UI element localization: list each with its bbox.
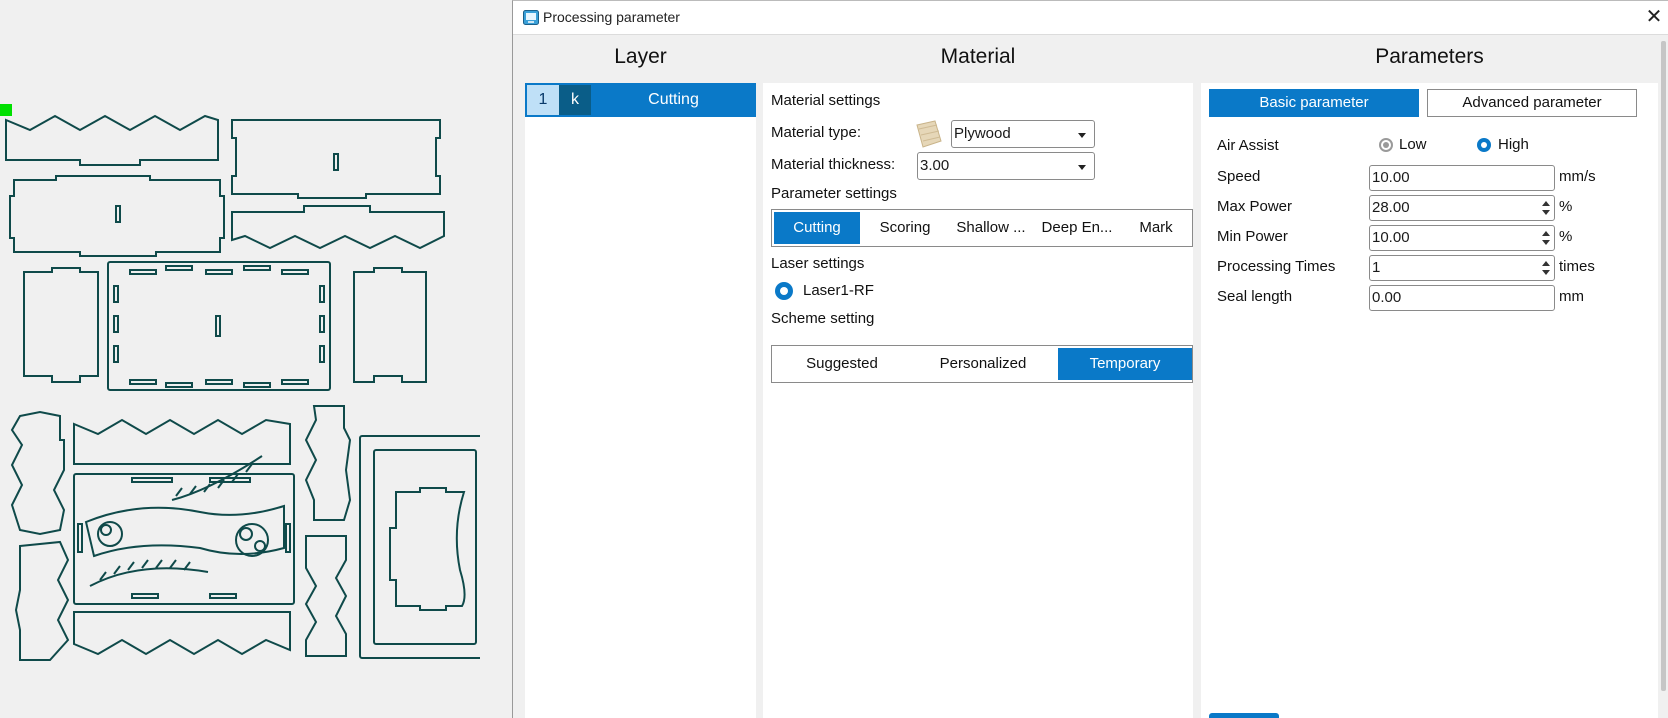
app-icon	[523, 10, 539, 25]
basic-parameter-tab[interactable]: Basic parameter	[1209, 89, 1419, 117]
seal-length-input[interactable]: 0.00	[1369, 285, 1555, 311]
laser-settings-heading: Laser settings	[771, 255, 865, 272]
parameters-column-heading: Parameters	[1375, 45, 1484, 68]
air-assist-low-label: Low	[1399, 136, 1427, 153]
window-title: Processing parameter	[543, 9, 680, 25]
processing-times-label: Processing Times	[1217, 258, 1336, 275]
parameter-settings-tabs: Cutting Scoring Shallow ... Deep En... M…	[771, 209, 1193, 247]
speed-input[interactable]: 10.00	[1369, 165, 1555, 191]
max-power-input[interactable]: 28.00	[1369, 195, 1555, 221]
advanced-parameter-tab[interactable]: Advanced parameter	[1427, 89, 1637, 117]
param-tab-cutting[interactable]: Cutting	[774, 212, 860, 244]
material-thickness-value: 3.00	[920, 157, 950, 174]
material-column-heading: Material	[940, 45, 1016, 68]
param-tab-deep[interactable]: Deep En...	[1034, 210, 1120, 246]
layer-row[interactable]: 1 k Cutting	[525, 83, 756, 117]
air-assist-high-label: High	[1498, 136, 1529, 153]
close-icon[interactable]: ✕	[1639, 1, 1668, 35]
scheme-tab-temporary[interactable]: Temporary	[1058, 348, 1192, 380]
scheme-setting-heading: Scheme setting	[771, 310, 875, 327]
seal-length-label: Seal length	[1217, 288, 1293, 305]
min-power-label: Min Power	[1217, 228, 1288, 245]
layer-name: Cutting	[648, 91, 699, 108]
bottom-action-button[interactable]	[1209, 713, 1279, 718]
air-assist-low-radio[interactable]	[1379, 138, 1393, 152]
max-power-value: 28.00	[1372, 199, 1410, 216]
air-assist-high-radio[interactable]	[1477, 138, 1491, 152]
speed-label: Speed	[1217, 168, 1261, 185]
seal-length-unit: mm	[1559, 288, 1584, 305]
chevron-down-icon	[1078, 165, 1086, 170]
layer-number: 1	[527, 85, 559, 115]
scheme-tab-personalized[interactable]: Personalized	[912, 346, 1054, 382]
origin-marker	[0, 104, 12, 116]
material-thickness-select[interactable]: 3.00	[917, 152, 1095, 180]
processing-times-input[interactable]: 1	[1369, 255, 1555, 281]
title-bar: Processing parameter ✕	[513, 1, 1668, 35]
spinner-icon[interactable]	[1542, 199, 1550, 217]
speed-unit: mm/s	[1559, 168, 1596, 185]
spinner-icon[interactable]	[1542, 229, 1550, 247]
material-panel: Material settings Material type: Plywood…	[763, 83, 1193, 718]
seal-length-value: 0.00	[1372, 289, 1402, 306]
material-thickness-label: Material thickness:	[771, 156, 896, 173]
speed-value: 10.00	[1372, 169, 1410, 186]
design-canvas[interactable]	[0, 0, 512, 718]
air-assist-label: Air Assist	[1217, 137, 1279, 154]
spinner-icon[interactable]	[1542, 259, 1550, 277]
layer-list: 1 k Cutting	[525, 83, 756, 718]
parameter-settings-heading: Parameter settings	[771, 185, 897, 202]
param-tab-scoring[interactable]: Scoring	[862, 210, 948, 246]
min-power-unit: %	[1559, 228, 1573, 245]
processing-times-unit: times	[1559, 258, 1595, 275]
processing-times-value: 1	[1372, 259, 1381, 276]
material-settings-heading: Material settings	[771, 92, 881, 109]
scrollbar-thumb[interactable]	[1661, 41, 1666, 691]
scheme-tabs: Suggested Personalized Temporary	[771, 345, 1193, 383]
laser-option-label: Laser1-RF	[803, 282, 874, 299]
layer-mode-badge: k	[559, 85, 591, 115]
material-type-select[interactable]: Plywood	[951, 120, 1095, 148]
design-parts	[5, 114, 480, 661]
min-power-value: 10.00	[1372, 229, 1410, 246]
max-power-label: Max Power	[1217, 198, 1293, 215]
layer-column-heading: Layer	[614, 45, 667, 68]
parameters-panel: Basic parameter Advanced parameter Air A…	[1201, 83, 1658, 718]
chevron-down-icon	[1078, 133, 1086, 138]
plywood-swatch-icon	[916, 120, 942, 148]
design-drawing	[0, 104, 480, 661]
scheme-tab-suggested[interactable]: Suggested	[772, 346, 912, 382]
param-tab-shallow[interactable]: Shallow ...	[948, 210, 1034, 246]
param-tab-mark[interactable]: Mark	[1120, 210, 1192, 246]
max-power-unit: %	[1559, 198, 1573, 215]
processing-parameter-dialog: Processing parameter ✕ Layer Material Pa…	[512, 0, 1668, 718]
material-type-label: Material type:	[771, 124, 862, 141]
min-power-input[interactable]: 10.00	[1369, 225, 1555, 251]
laser-radio[interactable]	[775, 282, 793, 300]
material-type-value: Plywood	[954, 125, 1011, 142]
